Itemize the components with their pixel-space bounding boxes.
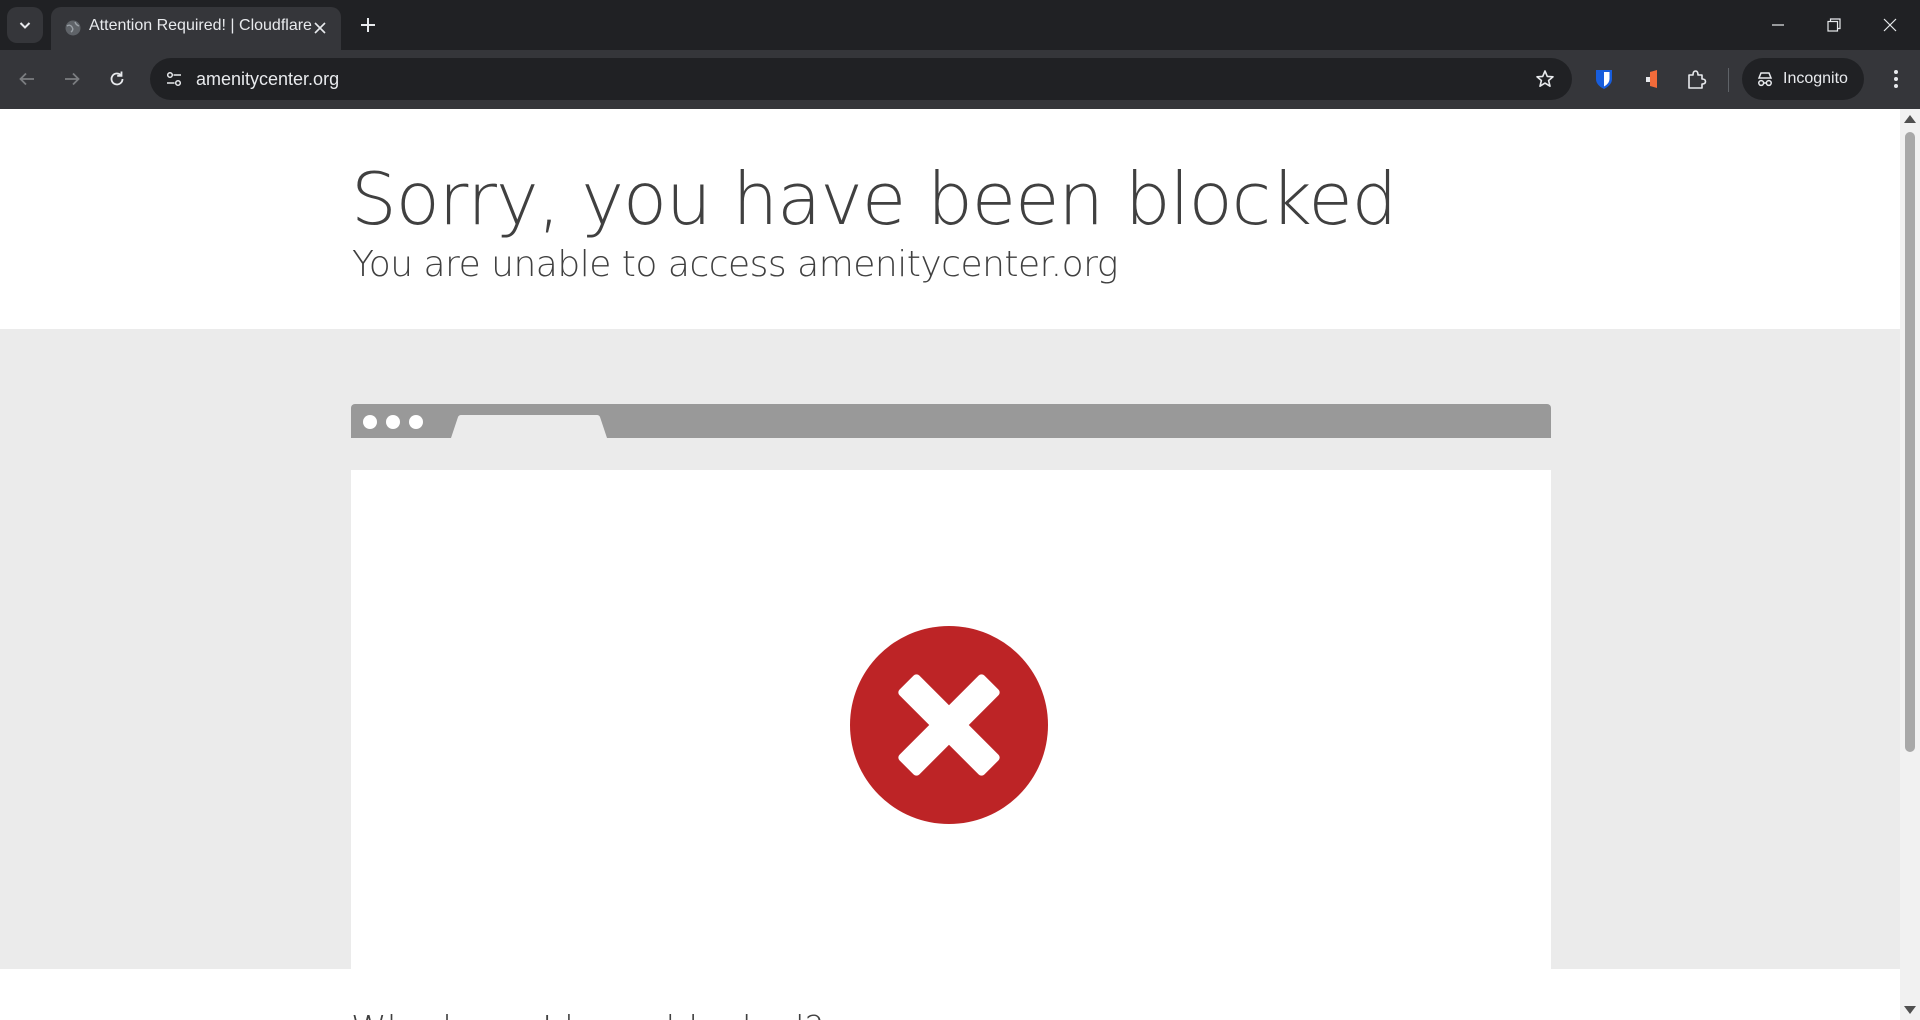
explanation-section: Why have I been blocked? xyxy=(0,969,1900,1020)
browser-illustration-bar xyxy=(351,404,1551,438)
section-heading: Why have I been blocked? xyxy=(351,1009,824,1020)
reload-icon xyxy=(110,71,124,86)
close-icon[interactable] xyxy=(309,17,331,39)
incognito-label: Incognito xyxy=(1783,70,1848,87)
reload-button[interactable] xyxy=(100,62,134,96)
site-info-button[interactable] xyxy=(158,63,190,95)
arrow-left-icon xyxy=(19,72,34,86)
new-tab-button[interactable] xyxy=(352,9,384,41)
extension-button[interactable] xyxy=(1636,63,1668,95)
incognito-profile-button[interactable]: Incognito xyxy=(1742,58,1864,100)
arrow-right-icon xyxy=(65,72,80,86)
star-icon xyxy=(1536,70,1554,87)
forward-button[interactable] xyxy=(55,62,89,96)
scroll-down-icon[interactable] xyxy=(1904,1006,1916,1014)
browser-menu-button[interactable] xyxy=(1880,63,1912,95)
chevron-down-icon xyxy=(19,22,31,29)
tab-title: Attention Required! | Cloudflare xyxy=(89,17,312,34)
url-text[interactable]: amenitycenter.org xyxy=(196,69,339,90)
page-viewport: Sorry, you have been blocked You are una… xyxy=(0,109,1900,1020)
globe-icon xyxy=(63,18,83,38)
restore-icon xyxy=(1827,18,1841,32)
active-tab[interactable]: Attention Required! | Cloudflare xyxy=(51,7,341,50)
scrollbar-thumb[interactable] xyxy=(1905,132,1915,752)
window-dot xyxy=(363,415,377,429)
tune-icon xyxy=(166,71,182,87)
window-close-icon xyxy=(1883,18,1897,32)
scroll-up-icon[interactable] xyxy=(1904,115,1916,123)
block-header: Sorry, you have been blocked You are una… xyxy=(0,109,1900,329)
extensions-button[interactable] xyxy=(1680,63,1712,95)
minimize-icon xyxy=(1772,24,1784,26)
bitwarden-shield-icon xyxy=(1596,70,1612,89)
tab-strip: Attention Required! | Cloudflare xyxy=(0,0,1920,50)
page-subtitle: You are unable to access amenitycenter.o… xyxy=(352,244,1118,285)
back-button[interactable] xyxy=(10,62,44,96)
window-dot xyxy=(386,415,400,429)
browser-illustration-tab xyxy=(451,415,607,438)
restore-button[interactable] xyxy=(1806,0,1862,50)
browser-illustration-body xyxy=(351,470,1551,969)
page-scrollbar[interactable] xyxy=(1900,109,1920,1020)
orange-extension-icon xyxy=(1646,70,1657,88)
puzzle-icon xyxy=(1688,70,1707,89)
tab-search-button[interactable] xyxy=(7,7,43,43)
bitwarden-extension-button[interactable] xyxy=(1588,63,1620,95)
incognito-icon xyxy=(1757,72,1773,87)
error-x-icon xyxy=(850,626,1048,824)
page-title: Sorry, you have been blocked xyxy=(351,157,1397,241)
address-bar[interactable]: amenitycenter.org xyxy=(150,58,1572,100)
kebab-menu-icon xyxy=(1894,70,1898,88)
bookmark-button[interactable] xyxy=(1532,66,1558,92)
minimize-button[interactable] xyxy=(1750,0,1806,50)
browser-toolbar: amenitycenter.org Incognito xyxy=(0,50,1920,109)
plus-icon xyxy=(361,18,375,32)
window-close-button[interactable] xyxy=(1862,0,1918,50)
toolbar-separator xyxy=(1728,68,1729,92)
window-dot xyxy=(409,415,423,429)
